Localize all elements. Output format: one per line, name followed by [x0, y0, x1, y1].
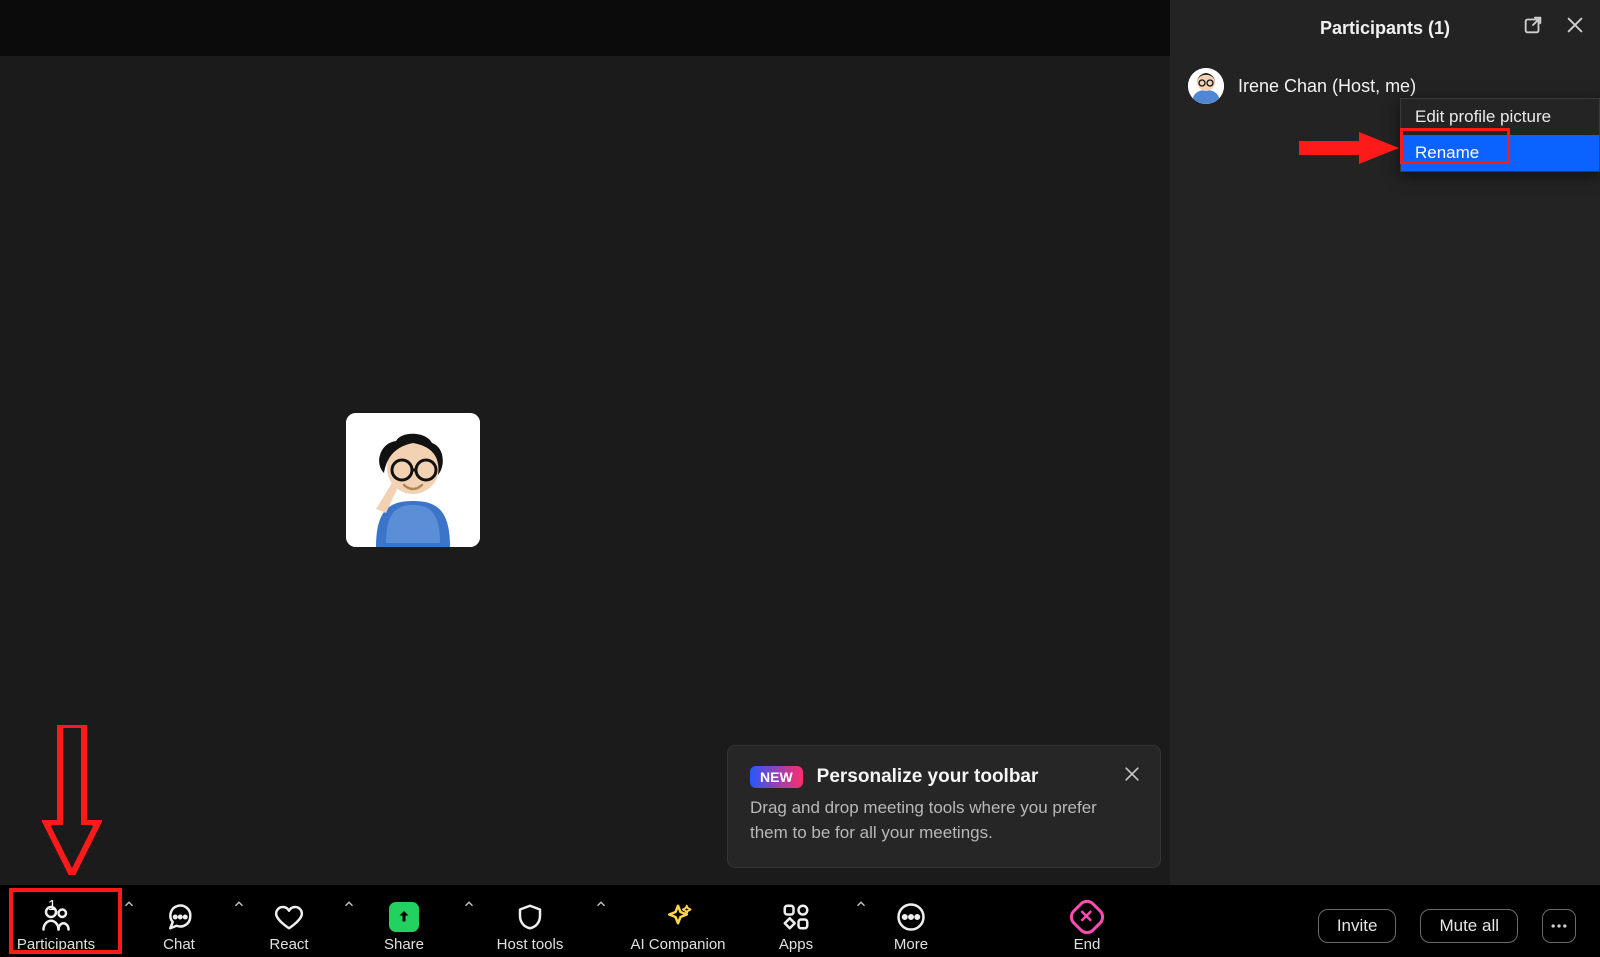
more-options-button[interactable]: [1542, 909, 1576, 943]
sparkle-icon: [663, 902, 693, 932]
close-panel-icon[interactable]: [1564, 14, 1588, 38]
popover-body: Drag and drop meeting tools where you pr…: [750, 796, 1138, 845]
shield-icon: [515, 902, 545, 932]
participant-name: Irene Chan (Host, me): [1238, 76, 1416, 97]
host-tools-caret[interactable]: [584, 885, 608, 957]
new-badge: NEW: [750, 766, 803, 788]
share-screen-icon: [389, 902, 419, 932]
participants-panel-header: Participants (1): [1170, 0, 1600, 56]
participants-caret[interactable]: [112, 885, 136, 957]
more-label: More: [894, 936, 928, 953]
share-button[interactable]: Share: [356, 885, 452, 957]
ai-companion-button[interactable]: AI Companion: [608, 885, 748, 957]
more-button[interactable]: More: [868, 885, 954, 957]
meeting-toolbar: 1 Participants Chat: [0, 885, 1600, 957]
participants-count-badge: 1: [48, 897, 56, 914]
more-icon: [896, 902, 926, 932]
stage-top-bar: [0, 0, 1170, 56]
menu-rename[interactable]: Rename: [1401, 135, 1599, 171]
invite-button[interactable]: Invite: [1318, 909, 1397, 943]
host-tools-button[interactable]: Host tools: [476, 885, 584, 957]
chat-button[interactable]: Chat: [136, 885, 222, 957]
participants-panel-title: Participants (1): [1320, 18, 1450, 39]
apps-label: Apps: [779, 936, 813, 953]
participants-label: Participants: [17, 936, 95, 953]
ai-companion-label: AI Companion: [630, 936, 725, 953]
apps-icon: [781, 902, 811, 932]
popout-icon[interactable]: [1522, 14, 1546, 38]
mute-all-button[interactable]: Mute all: [1420, 909, 1518, 943]
popover-close-icon[interactable]: [1122, 764, 1142, 789]
react-label: React: [269, 936, 308, 953]
participants-button[interactable]: 1 Participants: [0, 885, 112, 957]
apps-caret[interactable]: [844, 885, 868, 957]
share-label: Share: [384, 936, 424, 953]
apps-button[interactable]: Apps: [748, 885, 844, 957]
participant-avatar: [1188, 68, 1224, 104]
end-button[interactable]: ✕ End: [1044, 885, 1130, 957]
chat-label: Chat: [163, 936, 195, 953]
react-caret[interactable]: [332, 885, 356, 957]
react-button[interactable]: React: [246, 885, 332, 957]
chat-caret[interactable]: [222, 885, 246, 957]
share-caret[interactable]: [452, 885, 476, 957]
menu-edit-profile-picture[interactable]: Edit profile picture: [1401, 99, 1599, 135]
participant-context-menu: Edit profile picture Rename: [1400, 98, 1600, 172]
chat-icon: [164, 902, 194, 932]
host-tools-label: Host tools: [497, 936, 564, 953]
person-avatar-illustration: [346, 413, 480, 547]
end-meeting-icon: ✕: [1072, 902, 1102, 932]
self-video-tile[interactable]: [346, 413, 480, 547]
end-label: End: [1074, 936, 1101, 953]
personalize-toolbar-popover: NEW Personalize your toolbar Drag and dr…: [727, 745, 1161, 868]
heart-icon: [274, 902, 304, 932]
popover-title: Personalize your toolbar: [817, 766, 1039, 788]
